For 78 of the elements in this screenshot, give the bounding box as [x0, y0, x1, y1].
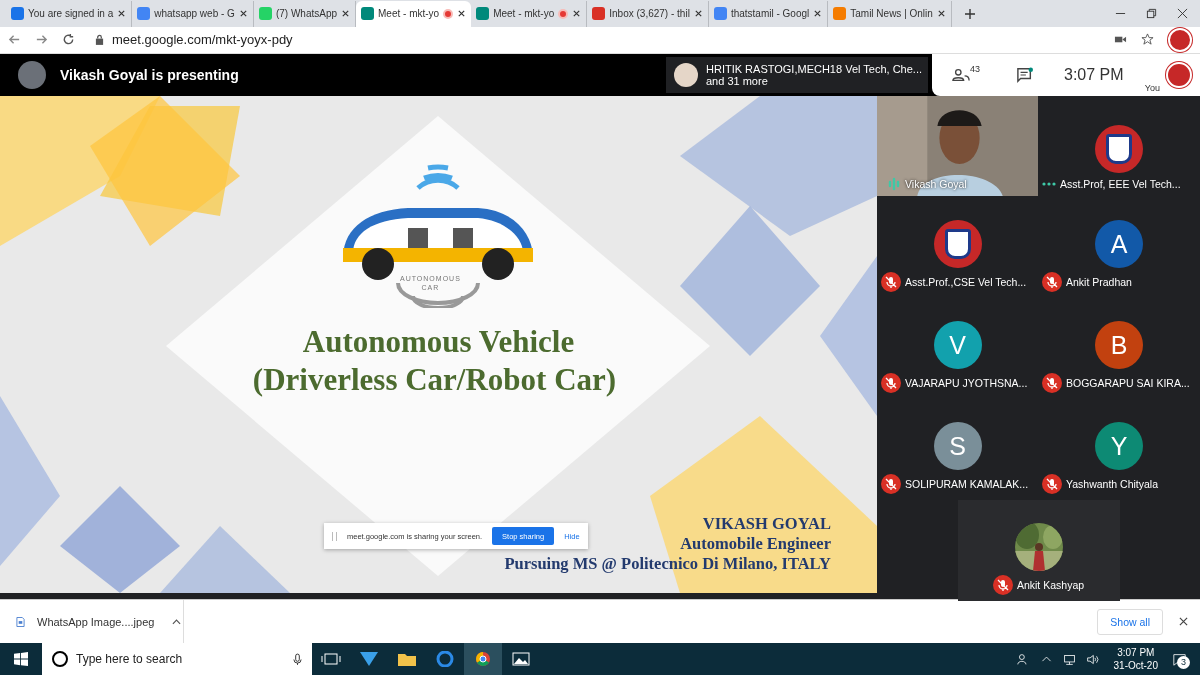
browser-tab[interactable]: Meet - mkt-yo — [471, 1, 588, 27]
reload-icon[interactable] — [62, 33, 75, 47]
show-all-button[interactable]: Show all — [1097, 608, 1163, 635]
college-logo — [933, 220, 982, 268]
site-icon — [713, 7, 727, 21]
close-icon[interactable] — [238, 9, 248, 19]
site-icon — [137, 7, 151, 21]
notification-count: 3 — [1177, 655, 1190, 669]
participant-avatar: A — [1095, 220, 1143, 268]
participant-name: Ankit Pradhan — [1066, 276, 1132, 288]
star-icon[interactable] — [1141, 33, 1154, 47]
participant-name: Ankit Kashyap — [1016, 579, 1085, 591]
close-icon[interactable] — [341, 9, 350, 19]
clock-time: 3:07 PM — [1117, 646, 1155, 659]
download-item[interactable]: WhatsApp Image....jpeg — [37, 615, 155, 628]
profile-avatar[interactable] — [1168, 28, 1192, 52]
participant-avatar: V — [933, 321, 982, 369]
volume-icon[interactable] — [1085, 652, 1099, 666]
participant-count: 43 — [970, 64, 980, 74]
close-icon[interactable] — [1179, 617, 1188, 626]
presenter-avatar — [18, 61, 46, 89]
site-icon — [833, 7, 847, 21]
close-icon[interactable] — [457, 9, 467, 19]
site-icon — [11, 7, 24, 21]
site-icon — [258, 7, 272, 21]
author-line: Automobile Engineer — [680, 534, 831, 554]
caret-icon[interactable] — [172, 618, 182, 625]
site-icon — [592, 7, 606, 21]
close-icon[interactable] — [936, 9, 946, 19]
participant-name: Asst.Prof.,CSE Vel Tech... — [905, 276, 1027, 288]
college-logo — [1095, 125, 1143, 173]
close-icon[interactable] — [1177, 8, 1188, 19]
author-line: Pursuing MS @ Politecnico Di Milano, ITALY — [504, 554, 831, 574]
close-icon[interactable] — [572, 9, 582, 19]
meeting-time: 3:07 PM — [1064, 66, 1124, 84]
participant-name: VAJARAPU JYOTHSNA... — [905, 377, 1028, 389]
participant-name: Yashwanth Chityala — [1066, 478, 1159, 490]
participant-avatar: Y — [1095, 422, 1143, 470]
participant-name: SOLIPURAM KAMALAK... — [905, 478, 1029, 490]
lock-icon — [95, 34, 104, 46]
browser-tab[interactable]: Tamil News | Onlin — [828, 1, 952, 27]
notification-text: and 31 more — [706, 75, 769, 87]
presenting-label: Vikash Goyal is presenting — [60, 67, 239, 83]
slide-title: Autonomous Vehicle — [301, 324, 576, 360]
restore-icon[interactable] — [1146, 8, 1157, 19]
self-label: You — [1144, 83, 1160, 93]
image-file-icon — [16, 615, 25, 628]
author-line: VIKASH GOYAL — [702, 514, 831, 534]
browser-tab[interactable]: Meet - mkt-yo — [356, 1, 472, 27]
chrome-icon[interactable] — [464, 643, 502, 675]
close-icon[interactable] — [693, 9, 703, 19]
self-avatar[interactable] — [1166, 62, 1192, 88]
people-icon[interactable] — [952, 68, 970, 82]
notification-text: HRITIK RASTOGI,MECH18 Vel Tech, Che... — [706, 63, 922, 75]
participant-name: BOGGARAPU SAI KIRA... — [1066, 377, 1190, 389]
slide-subtitle: (Driverless Car/Robot Car) — [251, 362, 618, 398]
browser-tab[interactable]: You are signed in a — [6, 1, 133, 27]
new-tab-icon[interactable] — [963, 8, 976, 20]
participant-name: Asst.Prof, EEE Vel Tech... — [1060, 178, 1181, 190]
browser-tab[interactable]: (7) WhatsApp — [253, 1, 356, 27]
browser-tab[interactable]: Inbox (3,627) - thil — [587, 1, 709, 27]
person-avatar — [674, 63, 698, 87]
close-icon[interactable] — [813, 9, 823, 19]
site-icon — [476, 7, 490, 21]
chat-icon[interactable] — [1016, 67, 1034, 83]
clock-date: 31-Oct-20 — [1113, 659, 1158, 672]
network-icon[interactable] — [1062, 652, 1076, 666]
address-field[interactable]: meet.google.com/mkt-yoyx-pdy — [112, 32, 293, 48]
browser-tab[interactable]: thatstamil - Googl — [708, 1, 829, 27]
participant-avatar: B — [1095, 321, 1143, 369]
microphone-icon[interactable] — [293, 652, 302, 666]
browser-tab[interactable]: whatsapp web - G — [132, 1, 254, 27]
site-icon — [361, 7, 374, 21]
close-icon[interactable] — [117, 9, 127, 19]
participant-avatar: S — [933, 422, 982, 470]
windows-start-icon[interactable] — [14, 652, 28, 666]
drag-handle[interactable] — [332, 531, 337, 541]
taskbar-search-field[interactable]: Type here to search — [42, 643, 312, 675]
